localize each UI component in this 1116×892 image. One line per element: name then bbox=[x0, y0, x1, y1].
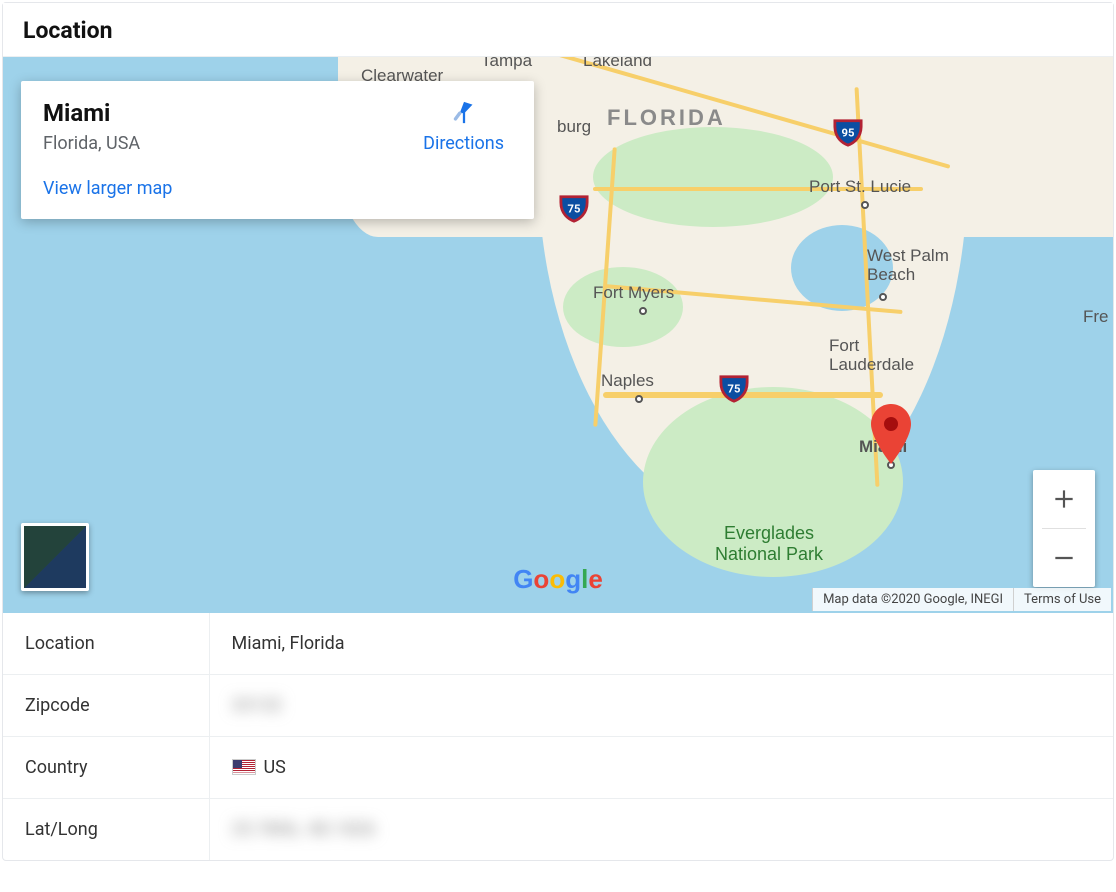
table-row: Lat/Long 25.7806, -80.1826 bbox=[3, 799, 1113, 861]
map-city-pstlucie: Port St. Lucie bbox=[809, 177, 911, 197]
map-city-stpete-tail: burg bbox=[557, 117, 591, 137]
minus-icon bbox=[1051, 545, 1077, 571]
detail-value-text: 33132 bbox=[232, 695, 283, 716]
us-flag-icon bbox=[232, 759, 256, 775]
terrain-toggle-button[interactable] bbox=[21, 523, 89, 591]
detail-key: Zipcode bbox=[3, 675, 209, 737]
interstate-shield-75: 75 bbox=[559, 193, 589, 223]
panel-title: Location bbox=[3, 3, 1113, 57]
map-park-shape bbox=[563, 267, 683, 347]
info-place-name: Miami bbox=[43, 99, 140, 127]
directions-icon bbox=[447, 99, 481, 133]
map-city-wpb: West PalmBeach bbox=[867, 247, 949, 284]
detail-value: 25.7806, -80.1826 bbox=[209, 799, 1113, 861]
location-card: Location FLORIDA Tampa Clearwater Lakela… bbox=[2, 2, 1114, 861]
directions-button[interactable]: Directions bbox=[415, 99, 512, 154]
svg-text:75: 75 bbox=[728, 383, 741, 396]
map-state-label: FLORIDA bbox=[607, 105, 726, 131]
detail-key: Country bbox=[3, 737, 209, 799]
map-info-card: Miami Florida, USA Directions View large… bbox=[21, 81, 534, 219]
map-city-ftmyers: Fort Myers bbox=[593, 283, 674, 303]
detail-key: Location bbox=[3, 613, 209, 675]
google-logo: Google bbox=[513, 564, 603, 595]
map-city-miami: Miami bbox=[859, 437, 907, 457]
table-row: Country US bbox=[3, 737, 1113, 799]
map-attribution: Map data ©2020 Google, INEGI bbox=[812, 588, 1013, 611]
map-city-dot bbox=[639, 307, 647, 315]
view-larger-map-link[interactable]: View larger map bbox=[43, 178, 172, 199]
svg-text:95: 95 bbox=[842, 127, 855, 140]
detail-value-text: Miami, Florida bbox=[232, 633, 345, 654]
map-city-dot bbox=[879, 293, 887, 301]
map-park-shape bbox=[593, 127, 833, 227]
map-edge-label: Fre bbox=[1083, 307, 1109, 327]
map-city-ftl: FortLauderdale bbox=[829, 337, 914, 374]
zoom-out-button[interactable] bbox=[1033, 529, 1095, 587]
location-details-table: Location Miami, Florida Zipcode 33132 Countr… bbox=[3, 613, 1113, 860]
map-city-naples: Naples bbox=[601, 371, 654, 391]
terms-of-use-link[interactable]: Terms of Use bbox=[1013, 588, 1111, 611]
interstate-shield-95: 95 bbox=[833, 117, 863, 147]
detail-value: Miami, Florida bbox=[209, 613, 1113, 675]
detail-value-text: 25.7806, -80.1826 bbox=[232, 819, 376, 840]
table-row: Zipcode 33132 bbox=[3, 675, 1113, 737]
map-city-tampa: Tampa bbox=[481, 57, 532, 71]
interstate-shield-75: 75 bbox=[719, 373, 749, 403]
map-city-dot bbox=[887, 461, 895, 469]
map-city-dot bbox=[861, 201, 869, 209]
detail-key: Lat/Long bbox=[3, 799, 209, 861]
svg-text:75: 75 bbox=[568, 203, 581, 216]
map-canvas[interactable]: FLORIDA Tampa Clearwater Lakeland burg P… bbox=[3, 57, 1113, 613]
map-city-lakeland: Lakeland bbox=[583, 57, 652, 71]
map-credits: Map data ©2020 Google, INEGI Terms of Us… bbox=[812, 588, 1111, 611]
map-city-dot bbox=[635, 395, 643, 403]
detail-value-text: US bbox=[264, 757, 286, 778]
plus-icon bbox=[1051, 486, 1077, 512]
detail-value: 33132 bbox=[209, 675, 1113, 737]
zoom-controls bbox=[1033, 470, 1095, 587]
table-row: Location Miami, Florida bbox=[3, 613, 1113, 675]
info-place-region: Florida, USA bbox=[43, 133, 140, 154]
zoom-in-button[interactable] bbox=[1033, 470, 1095, 528]
map-park-label: EvergladesNational Park bbox=[715, 523, 823, 564]
detail-value: US bbox=[209, 737, 1113, 799]
directions-label: Directions bbox=[423, 133, 504, 154]
